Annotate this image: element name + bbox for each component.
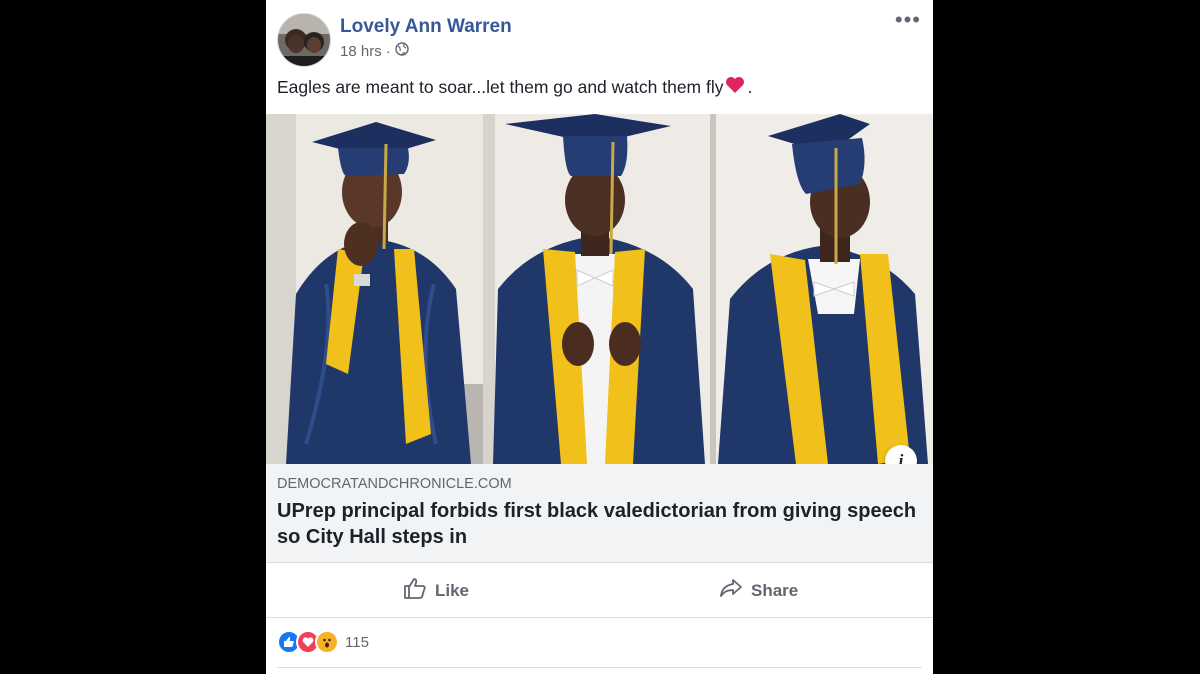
link-headline[interactable]: UPrep principal forbids first black vale… <box>277 498 917 550</box>
facebook-post: Lovely Ann Warren 18 hrs · ••• Eagles ar… <box>266 0 933 674</box>
globe-icon[interactable] <box>395 42 409 60</box>
post-timestamp[interactable]: 18 hrs <box>340 43 382 60</box>
share-arrow-icon <box>719 577 743 604</box>
wow-reaction-icon <box>315 630 339 654</box>
post-meta: 18 hrs · <box>340 42 409 60</box>
reaction-summary[interactable]: 115 <box>277 630 369 654</box>
share-label: Share <box>751 580 799 600</box>
author-name[interactable]: Lovely Ann Warren <box>340 16 512 38</box>
like-label: Like <box>435 580 470 600</box>
post-image-collage[interactable] <box>266 114 933 464</box>
meta-separator: · <box>385 42 391 60</box>
heart-emoji-icon <box>725 76 745 99</box>
graduate-photo-center[interactable] <box>483 114 710 464</box>
graduate-photo-right[interactable] <box>710 114 933 464</box>
graduate-photo-left[interactable] <box>266 114 483 464</box>
thumbs-up-icon <box>403 577 427 604</box>
reaction-count: 115 <box>345 633 369 651</box>
post-header: Lovely Ann Warren 18 hrs · ••• <box>266 0 933 70</box>
post-actions: Like Share <box>266 563 933 618</box>
caption-text: Eagles are meant to soar...let them go a… <box>277 77 724 97</box>
link-domain: DEMOCRATANDCHRONICLE.COM <box>277 476 512 492</box>
link-preview[interactable]: DEMOCRATANDCHRONICLE.COM UPrep principal… <box>266 464 933 563</box>
more-options-button[interactable]: ••• <box>895 9 921 31</box>
caption-end: . <box>747 77 753 97</box>
post-caption: Eagles are meant to soar...let them go a… <box>277 76 752 99</box>
share-button[interactable]: Share <box>719 577 798 604</box>
like-button[interactable]: Like <box>403 577 469 604</box>
comments-divider <box>277 667 922 668</box>
author-avatar[interactable] <box>277 13 331 67</box>
